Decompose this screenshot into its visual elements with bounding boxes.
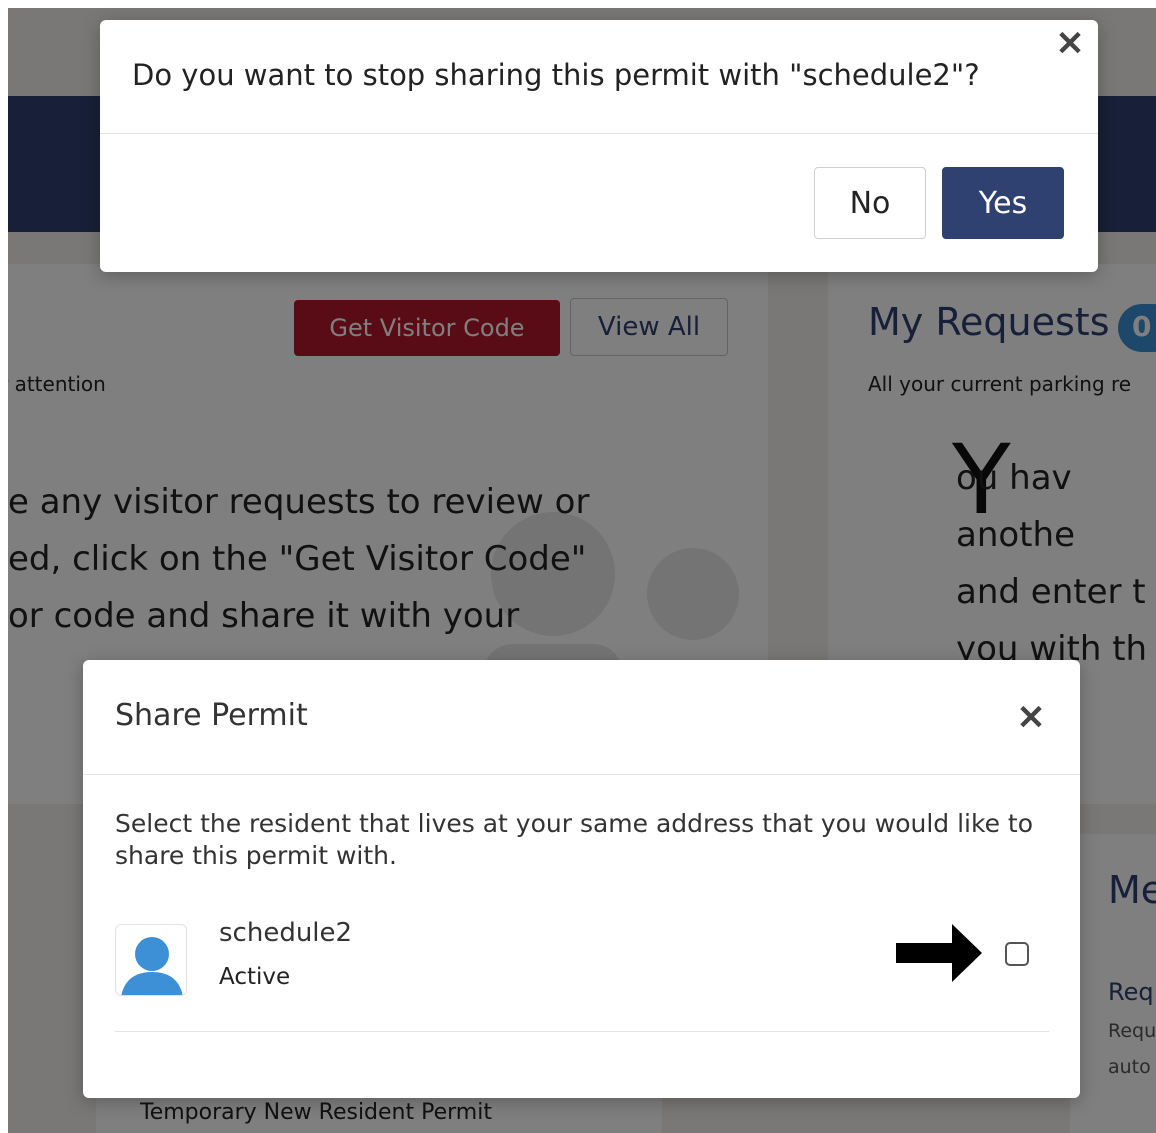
share-resident-checkbox[interactable] [1005,942,1029,966]
close-icon[interactable]: ✕ [1052,26,1088,62]
resident-status: Active [219,964,291,990]
user-avatar-icon [115,924,187,996]
divider [100,133,1098,134]
confirm-message: Do you want to stop sharing this permit … [132,58,980,92]
arrow-right-icon [896,924,982,982]
yes-button[interactable]: Yes [942,167,1064,239]
no-button[interactable]: No [814,167,926,239]
divider [115,1031,1049,1032]
close-icon[interactable]: ✕ [1011,698,1051,738]
divider [83,774,1080,775]
share-permit-dialog: Share Permit ✕ Select the resident that … [83,660,1080,1098]
resident-name: schedule2 [219,918,353,948]
stop-sharing-confirm-dialog: Do you want to stop sharing this permit … [100,20,1098,272]
share-description: Select the resident that lives at your s… [115,809,1033,870]
dialog-title: Share Permit [115,698,308,733]
